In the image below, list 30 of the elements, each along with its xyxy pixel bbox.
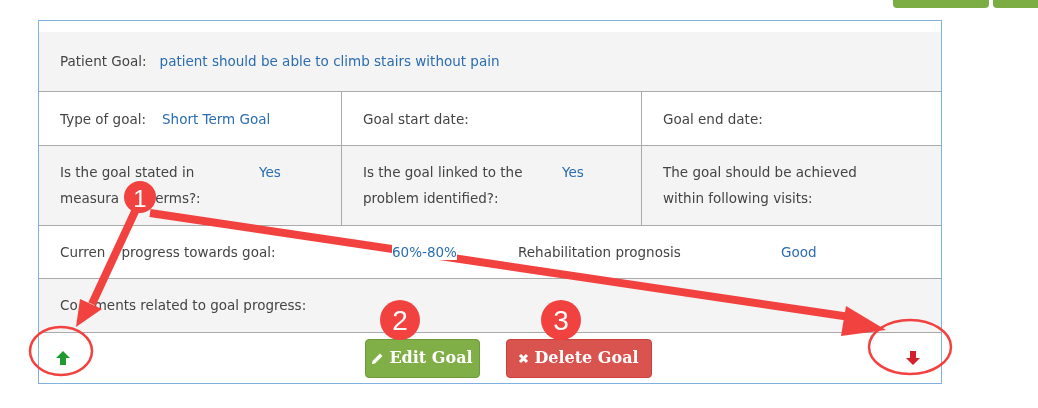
field-value: patient should be able to climb stairs without pain: [159, 52, 500, 72]
field-value: Yes: [562, 163, 584, 182]
field-label: erms?:: [155, 189, 201, 208]
field-label: progress towards goal:: [121, 242, 276, 262]
field-label: Patient Goal:: [60, 52, 147, 72]
field-value: 60%-80%: [392, 243, 457, 260]
field-label: Type of goal:: [60, 109, 146, 129]
step-badge: 3: [541, 300, 581, 340]
close-icon: [518, 352, 530, 364]
field-label: measura: [60, 189, 120, 208]
field-label: The goal should be achieved within following visits:: [663, 163, 858, 208]
field-label: ments related to goal progress:: [93, 296, 307, 316]
field-label: Goal end date:: [663, 109, 763, 129]
step-badge: 2: [380, 300, 420, 340]
field-label: Rehabilitation prognosis: [518, 243, 681, 260]
step-badge: 1: [124, 181, 156, 213]
highlight-ellipse: [28, 325, 94, 377]
field-value: Short Term Goal: [162, 109, 271, 129]
field-value: Good: [781, 243, 817, 260]
arrow-down-icon[interactable]: [905, 350, 921, 366]
arrow-up-icon[interactable]: [55, 350, 71, 366]
field-label: Is the goal linked to the problem identified?:: [363, 163, 523, 208]
field-label: Co: [60, 296, 78, 316]
field-value: Yes: [259, 163, 281, 182]
pencil-icon: [371, 351, 385, 365]
field-label: Goal start date:: [363, 109, 469, 129]
field-label: Is the goal stated in: [60, 163, 195, 182]
edit-button[interactable]: Edit Goal: [364, 338, 480, 378]
field-label: Curren: [60, 242, 106, 262]
delete-button[interactable]: Delete Goal: [505, 338, 652, 378]
